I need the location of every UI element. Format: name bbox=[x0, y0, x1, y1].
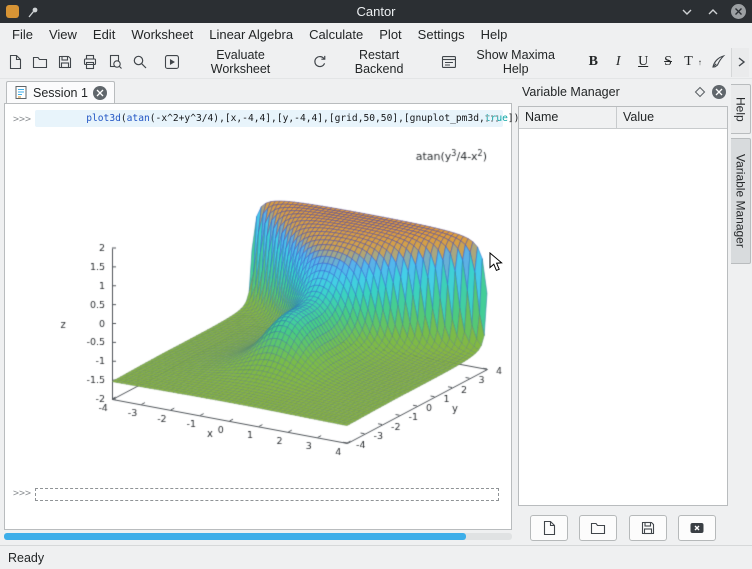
status-text: Ready bbox=[8, 551, 44, 565]
menu-settings[interactable]: Settings bbox=[410, 23, 473, 46]
menu-edit[interactable]: Edit bbox=[85, 23, 123, 46]
worksheet-tabbar: Session 1 bbox=[4, 80, 512, 103]
quill-icon bbox=[710, 54, 726, 70]
new-document-icon bbox=[7, 54, 23, 70]
float-panel-icon[interactable] bbox=[694, 86, 706, 98]
clear-variables-button[interactable] bbox=[678, 515, 716, 541]
toolbar: Evaluate Worksheet Restart Backend Show … bbox=[0, 46, 752, 79]
worksheet-view: >>> plot3d(atan(-x^2+y^3/4),[x,-4,4],[y,… bbox=[4, 103, 512, 530]
tab-close-icon bbox=[96, 89, 104, 97]
side-tab-variable-manager[interactable]: Variable Manager bbox=[731, 138, 751, 264]
plot-output bbox=[30, 134, 506, 464]
tab-session-1[interactable]: Session 1 bbox=[6, 81, 115, 103]
entry-drag-handle-icon[interactable] bbox=[485, 114, 499, 123]
clear-icon bbox=[689, 520, 705, 536]
bold-button[interactable]: B bbox=[581, 51, 605, 73]
save-icon bbox=[57, 54, 73, 70]
italic-button[interactable]: I bbox=[606, 51, 630, 73]
variable-table: Name Value bbox=[518, 106, 728, 506]
menu-plot[interactable]: Plot bbox=[371, 23, 409, 46]
tab-close-button[interactable] bbox=[93, 86, 107, 100]
statusbar: Ready bbox=[0, 545, 752, 569]
new-variable-button[interactable] bbox=[530, 515, 568, 541]
strikethrough-button[interactable]: S bbox=[656, 51, 680, 73]
variable-manager-toolbar bbox=[518, 514, 728, 542]
superscript-mark: ↑ bbox=[698, 58, 702, 67]
command-entry[interactable]: plot3d(atan(-x^2+y^3/4),[x,-4,4],[y,-4,4… bbox=[35, 110, 503, 127]
close-button[interactable] bbox=[731, 4, 746, 19]
print-icon bbox=[82, 54, 98, 70]
cantor-window: Cantor File View Edit Worksheet Linear A… bbox=[0, 0, 752, 569]
underline-button[interactable]: U bbox=[631, 51, 655, 73]
column-header-value[interactable]: Value bbox=[617, 107, 660, 128]
menu-calculate[interactable]: Calculate bbox=[301, 23, 371, 46]
print-preview-icon bbox=[107, 54, 123, 70]
print-button[interactable] bbox=[78, 51, 102, 73]
evaluate-worksheet-button[interactable]: Evaluate Worksheet bbox=[160, 45, 300, 79]
code-segment: (-x^2+y^3/4),[x,-4,4],[y,-4,4],[grid,50,… bbox=[150, 113, 485, 124]
bold-label: B bbox=[589, 54, 598, 70]
evaluate-worksheet-label: Evaluate Worksheet bbox=[185, 48, 296, 76]
restart-backend-button[interactable]: Restart Backend bbox=[308, 45, 429, 79]
column-header-name[interactable]: Name bbox=[519, 107, 617, 128]
toolbar-overflow-button[interactable] bbox=[731, 48, 749, 77]
empty-command-entry[interactable] bbox=[35, 488, 499, 501]
show-maxima-help-label: Show Maxima Help bbox=[462, 48, 569, 76]
minimize-button[interactable] bbox=[679, 4, 695, 20]
mouse-cursor bbox=[489, 252, 503, 272]
load-variables-button[interactable] bbox=[579, 515, 617, 541]
strikethrough-label: S bbox=[664, 54, 672, 70]
variable-manager-title: Variable Manager bbox=[518, 85, 620, 99]
italic-label: I bbox=[616, 54, 621, 70]
underline-label: U bbox=[638, 54, 648, 70]
superscript-button[interactable]: T↑ bbox=[681, 51, 705, 73]
play-icon bbox=[164, 54, 180, 70]
text-color-button[interactable] bbox=[706, 51, 730, 73]
search-icon bbox=[132, 54, 148, 70]
horizontal-scrollbar-thumb[interactable] bbox=[4, 533, 466, 540]
save-button[interactable] bbox=[53, 51, 77, 73]
menubar: File View Edit Worksheet Linear Algebra … bbox=[0, 23, 752, 46]
horizontal-scrollbar-track[interactable] bbox=[4, 533, 512, 540]
variable-manager-header: Variable Manager bbox=[518, 82, 728, 102]
plot3d-canvas bbox=[30, 134, 506, 464]
menu-linear-algebra[interactable]: Linear Algebra bbox=[201, 23, 301, 46]
new-button[interactable] bbox=[3, 51, 27, 73]
session-tab-icon bbox=[14, 85, 28, 100]
save-icon bbox=[640, 520, 656, 536]
menu-view[interactable]: View bbox=[41, 23, 85, 46]
variable-table-header: Name Value bbox=[519, 107, 727, 129]
command-prompt-1: >>> bbox=[13, 114, 31, 125]
code-segment: atan bbox=[127, 113, 150, 124]
maximize-button[interactable] bbox=[705, 4, 721, 20]
find-button[interactable] bbox=[128, 51, 152, 73]
menu-file[interactable]: File bbox=[4, 23, 41, 46]
code-segment: plot3d bbox=[86, 113, 121, 124]
open-button[interactable] bbox=[28, 51, 52, 73]
session-tab-label: Session 1 bbox=[33, 86, 88, 100]
side-tab-help[interactable]: Help bbox=[731, 84, 751, 134]
window-title: Cantor bbox=[0, 4, 752, 19]
titlebar: Cantor bbox=[0, 0, 752, 23]
maxima-help-icon bbox=[441, 54, 457, 70]
menu-worksheet[interactable]: Worksheet bbox=[123, 23, 201, 46]
command-prompt-2: >>> bbox=[13, 488, 31, 499]
restart-backend-label: Restart Backend bbox=[333, 48, 425, 76]
folder-icon bbox=[590, 520, 606, 536]
save-variables-button[interactable] bbox=[629, 515, 667, 541]
print-preview-button[interactable] bbox=[103, 51, 127, 73]
superscript-label: T bbox=[684, 54, 693, 70]
side-panel-strip: Help Variable Manager bbox=[730, 80, 752, 545]
menu-help[interactable]: Help bbox=[473, 23, 516, 46]
folder-icon bbox=[32, 54, 48, 70]
restart-icon bbox=[312, 54, 328, 70]
panel-close-button[interactable] bbox=[712, 85, 726, 99]
show-maxima-help-button[interactable]: Show Maxima Help bbox=[437, 45, 573, 79]
panel-close-icon bbox=[715, 88, 723, 96]
chevron-right-icon bbox=[736, 56, 746, 68]
new-variable-icon bbox=[541, 520, 557, 536]
